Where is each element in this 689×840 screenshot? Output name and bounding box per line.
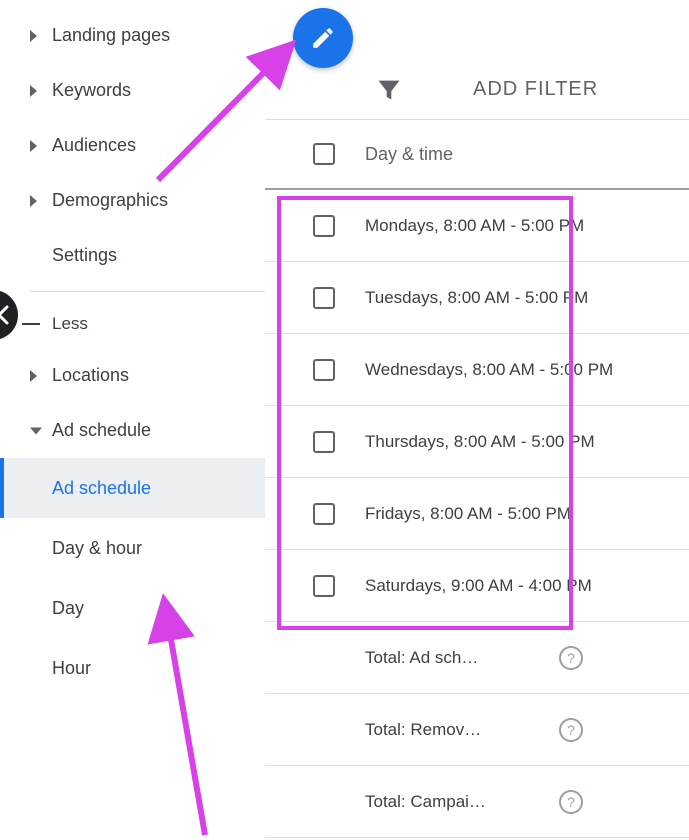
select-all-checkbox[interactable] [313, 143, 335, 165]
sidebar: Landing pages Keywords Audiences Demogra… [0, 0, 265, 837]
filter-icon [375, 76, 403, 104]
row-label: Wednesdays, 8:00 AM - 5:00 PM [365, 358, 659, 382]
nav-landing-pages[interactable]: Landing pages [0, 8, 265, 63]
table-row[interactable]: Tuesdays, 8:00 AM - 5:00 PM [265, 262, 689, 334]
less-label: Less [52, 314, 88, 334]
row-checkbox[interactable] [313, 575, 335, 597]
total-label: Total: Remov… [365, 720, 545, 740]
nav-locations[interactable]: Locations [0, 348, 265, 403]
row-label: Mondays, 8:00 AM - 5:00 PM [365, 214, 659, 238]
nav-label: Audiences [52, 135, 136, 156]
table-row[interactable]: Saturdays, 9:00 AM - 4:00 PM [265, 550, 689, 622]
subnav-day-hour[interactable]: Day & hour [0, 518, 265, 578]
row-label: Tuesdays, 8:00 AM - 5:00 PM [365, 286, 659, 310]
row-checkbox[interactable] [313, 215, 335, 237]
row-checkbox[interactable] [313, 287, 335, 309]
nav-label: Demographics [52, 190, 168, 211]
divider [30, 291, 265, 292]
add-filter-label: ADD FILTER [473, 78, 598, 101]
help-icon[interactable]: ? [559, 718, 583, 742]
table-row[interactable]: Thursdays, 8:00 AM - 5:00 PM [265, 406, 689, 478]
total-row: Total: Ad sch… ? [265, 622, 689, 694]
nav-label: Landing pages [52, 25, 170, 46]
row-checkbox[interactable] [313, 431, 335, 453]
nav-keywords[interactable]: Keywords [0, 63, 265, 118]
row-label: Thursdays, 8:00 AM - 5:00 PM [365, 430, 659, 454]
table-row[interactable]: Fridays, 8:00 AM - 5:00 PM [265, 478, 689, 550]
total-row: Total: Campai… ? [265, 766, 689, 838]
nav-settings[interactable]: Settings [0, 228, 265, 283]
nav-label: Settings [52, 245, 117, 266]
subnav-hour[interactable]: Hour [0, 638, 265, 698]
nav-less-toggle[interactable]: Less [0, 300, 265, 348]
total-row: Total: Remov… ? [265, 694, 689, 766]
subnav-ad-schedule[interactable]: Ad schedule [0, 458, 265, 518]
subnav-label: Day & hour [52, 538, 142, 559]
nav-label: Ad schedule [52, 420, 151, 441]
subnav-label: Hour [52, 658, 91, 679]
row-checkbox[interactable] [313, 503, 335, 525]
row-checkbox[interactable] [313, 359, 335, 381]
total-label: Total: Campai… [365, 792, 545, 812]
total-label: Total: Ad sch… [365, 648, 545, 668]
nav-label: Locations [52, 365, 129, 386]
add-filter-button[interactable]: ADD FILTER [265, 60, 689, 120]
subnav-label: Day [52, 598, 84, 619]
table-header: Day & time [265, 120, 689, 190]
help-icon[interactable]: ? [559, 646, 583, 670]
edit-button[interactable] [293, 8, 353, 68]
table-row[interactable]: Wednesdays, 8:00 AM - 5:00 PM [265, 334, 689, 406]
subnav-label: Ad schedule [52, 478, 151, 499]
pencil-icon [310, 25, 336, 51]
column-header-day-time[interactable]: Day & time [365, 144, 453, 165]
nav-ad-schedule[interactable]: Ad schedule [0, 403, 265, 458]
help-icon[interactable]: ? [559, 790, 583, 814]
caret-right-icon [30, 85, 37, 97]
caret-right-icon [30, 370, 37, 382]
caret-right-icon [30, 195, 37, 207]
minus-icon [22, 323, 40, 325]
nav-audiences[interactable]: Audiences [0, 118, 265, 173]
row-label: Saturdays, 9:00 AM - 4:00 PM [365, 574, 659, 598]
nav-demographics[interactable]: Demographics [0, 173, 265, 228]
caret-right-icon [30, 30, 37, 42]
caret-down-icon [30, 427, 42, 434]
table-row[interactable]: Mondays, 8:00 AM - 5:00 PM [265, 190, 689, 262]
nav-label: Keywords [52, 80, 131, 101]
caret-right-icon [30, 140, 37, 152]
row-label: Fridays, 8:00 AM - 5:00 PM [365, 502, 659, 526]
subnav-day[interactable]: Day [0, 578, 265, 638]
main-content: ADD FILTER Day & time Mondays, 8:00 AM -… [265, 0, 689, 837]
